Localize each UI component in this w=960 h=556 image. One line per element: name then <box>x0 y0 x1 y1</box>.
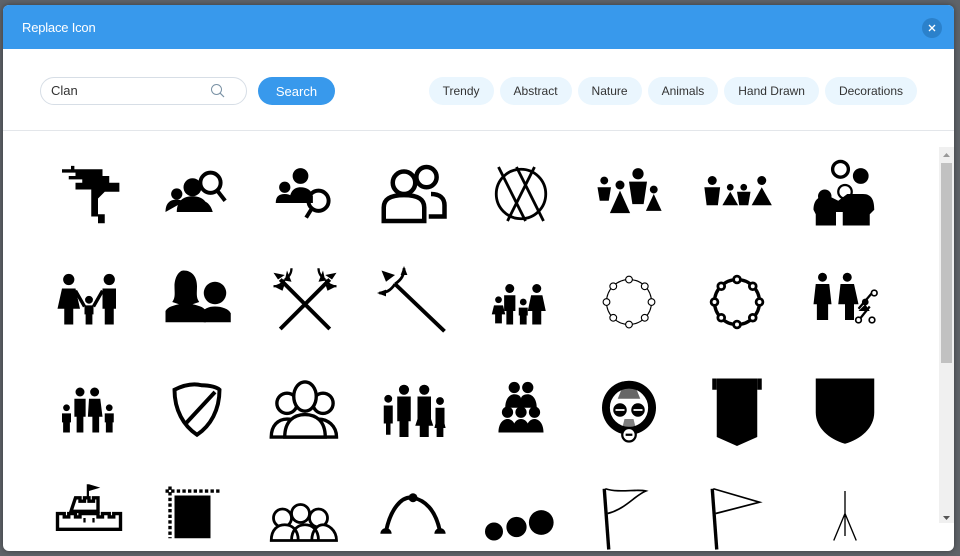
category-abstract[interactable]: Abstract <box>499 77 572 105</box>
triangle-flag-icon <box>710 487 763 550</box>
icon-tile[interactable] <box>255 365 355 455</box>
family-holding-hands-icon <box>57 273 116 325</box>
wavy-flag-icon <box>602 487 649 550</box>
family-small-figures-icon <box>704 176 772 206</box>
scroll-up-button[interactable] <box>939 147 954 162</box>
icon-tile[interactable] <box>39 149 139 239</box>
icon-tile[interactable] <box>147 149 247 239</box>
family-kids-hands-icon <box>62 387 114 433</box>
icon-tile[interactable] <box>795 257 895 347</box>
icon-tile[interactable] <box>39 365 139 455</box>
category-animals[interactable]: Animals <box>647 77 719 105</box>
category-filters: Trendy Abstract Nature Animals Hand Draw… <box>428 77 917 105</box>
group-circles-outline-icon <box>269 503 338 542</box>
toolbar: Search Trendy Abstract Nature Animals Ha… <box>3 49 954 131</box>
icon-tile[interactable] <box>471 149 571 239</box>
family-four-members-icon <box>597 168 662 214</box>
icon-tile[interactable] <box>579 257 679 347</box>
circle-nodes-bold-icon <box>709 274 765 330</box>
category-trendy[interactable]: Trendy <box>428 77 494 105</box>
icon-tile[interactable] <box>579 149 679 239</box>
icon-tile[interactable] <box>363 149 463 239</box>
category-nature[interactable]: Nature <box>577 77 642 105</box>
woman-man-silhouette-icon <box>165 270 231 323</box>
close-button[interactable] <box>922 18 942 38</box>
search-icon[interactable] <box>210 83 226 99</box>
dialog-header: Replace Icon <box>3 5 954 49</box>
icon-tile[interactable] <box>471 473 571 551</box>
tribal-mask-icon <box>602 380 656 443</box>
icon-tile[interactable] <box>255 257 355 347</box>
icon-tile[interactable] <box>363 473 463 551</box>
tapestry-banner-icon <box>165 486 220 539</box>
category-decorations[interactable]: Decorations <box>824 77 917 105</box>
close-icon <box>928 24 936 32</box>
icon-tile[interactable] <box>255 149 355 239</box>
icon-tile[interactable] <box>147 257 247 347</box>
icon-tile[interactable] <box>39 257 139 347</box>
uzi-guns-icon <box>62 165 120 224</box>
people-search-icon <box>165 170 227 212</box>
icon-tile[interactable] <box>363 365 463 455</box>
icon-tile[interactable] <box>795 473 895 551</box>
scrollbar[interactable] <box>939 147 954 523</box>
icon-tile[interactable] <box>147 365 247 455</box>
category-hand-drawn[interactable]: Hand Drawn <box>724 77 819 105</box>
two-users-outline-icon <box>381 164 447 224</box>
search-input[interactable] <box>51 83 201 98</box>
arc-nodes-icon <box>380 493 446 534</box>
trident-icon <box>377 266 446 333</box>
icon-tile[interactable] <box>687 257 787 347</box>
search-button[interactable]: Search <box>258 77 335 105</box>
circle-nodes-thin-icon <box>602 275 656 329</box>
shield-solid-icon <box>815 378 875 444</box>
icon-tile[interactable] <box>795 365 895 455</box>
icon-tile[interactable] <box>687 149 787 239</box>
search-box <box>40 77 247 105</box>
group-search-icon <box>275 168 331 219</box>
replace-icon-dialog: Replace Icon Search Trendy Abstract Natu… <box>3 5 954 551</box>
castle-flag-icon <box>55 484 123 531</box>
icon-tile[interactable] <box>795 149 895 239</box>
icon-tile[interactable] <box>471 365 571 455</box>
scroll-down-button[interactable] <box>939 510 954 525</box>
dialog-title: Replace Icon <box>22 19 96 35</box>
icon-tile[interactable] <box>687 473 787 551</box>
icon-tile[interactable] <box>579 473 679 551</box>
tripod-icon <box>833 491 857 541</box>
icon-grid-area <box>3 131 954 551</box>
shield-slash-icon <box>172 382 222 438</box>
couple-stroller-icon <box>813 272 878 324</box>
icon-tile[interactable] <box>471 257 571 347</box>
group-pyramid-icon <box>498 381 544 433</box>
icon-tile[interactable] <box>579 365 679 455</box>
icon-tile[interactable] <box>363 257 463 347</box>
icon-tile[interactable] <box>39 473 139 551</box>
crossed-tridents-icon <box>273 268 337 331</box>
circle-cross-lines-icon <box>494 166 548 222</box>
family-four-standing-icon <box>383 384 446 437</box>
family-four-small-icon <box>491 284 546 325</box>
icon-tile[interactable] <box>255 473 355 551</box>
icon-tile[interactable] <box>687 365 787 455</box>
group-outline-icon <box>269 380 339 439</box>
icon-tile[interactable] <box>147 473 247 551</box>
banner-pennant-icon <box>712 378 762 446</box>
family-hug-icon <box>813 159 875 226</box>
scrollbar-thumb[interactable] <box>941 163 952 363</box>
three-dots-growing-icon <box>485 510 554 541</box>
